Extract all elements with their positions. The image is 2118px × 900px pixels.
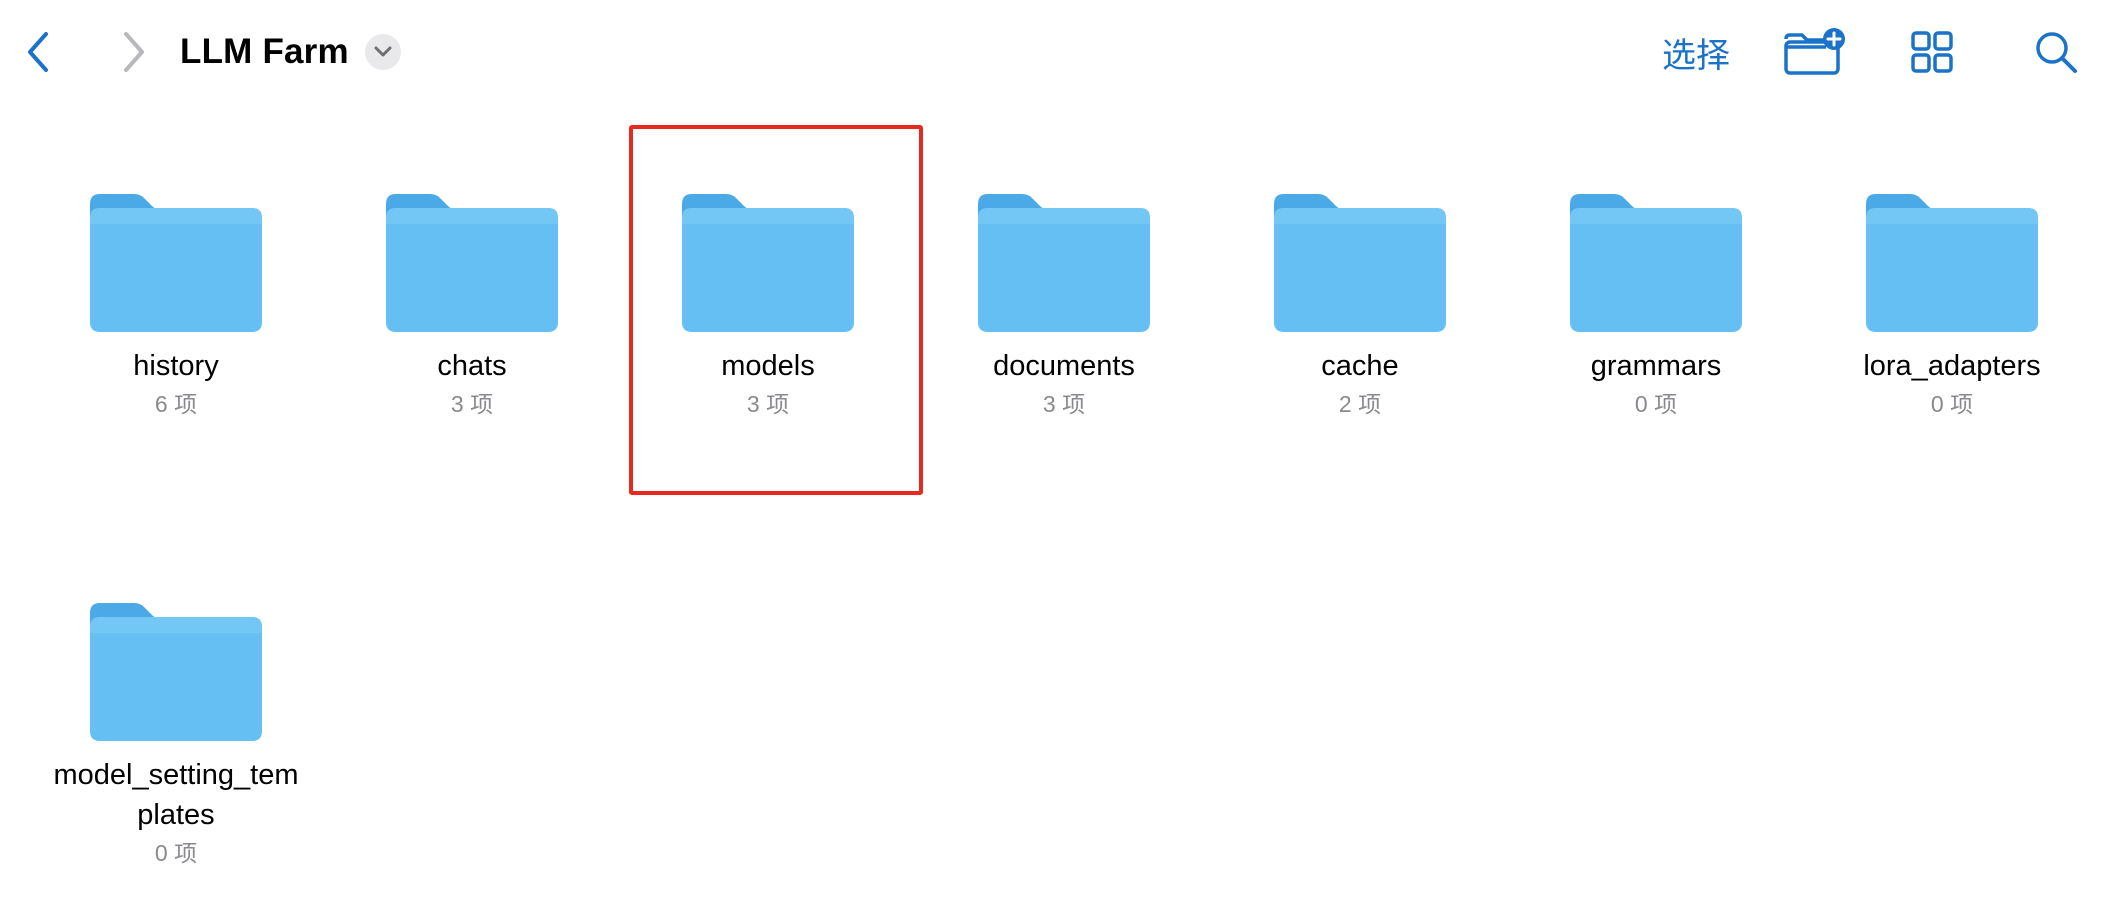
folder-item-count: 3 项 [450,391,494,417]
folder-chats[interactable]: chats 3 项 [342,194,602,420]
folder-name: cache [1321,350,1399,382]
folder-icon [90,603,262,741]
folder-lora-adapters[interactable]: lora_adapters 0 项 [1822,194,2082,420]
folder-icon [1570,194,1742,332]
folder-plus-icon [1784,28,1845,75]
new-folder-button[interactable] [1782,24,1846,80]
folder-item-count: 0 项 [1634,391,1678,417]
chevron-left-icon [28,32,48,72]
folder-icon [1274,194,1446,332]
folder-item-count: 2 项 [1338,391,1382,417]
folder-icon [386,194,558,332]
folder-item-count: 3 项 [1042,391,1086,417]
grid-icon [1911,31,1953,73]
back-button[interactable] [16,22,60,82]
folder-documents[interactable]: documents 3 项 [934,194,1194,420]
chevron-down-icon [374,46,392,57]
files-window: LLM Farm 选择 history 6 项 chats 3 项 models… [0,0,2118,900]
toolbar: LLM Farm 选择 [0,0,2118,104]
search-icon [2036,32,2077,73]
folder-item-count: 0 项 [154,840,198,866]
folder-grammars[interactable]: grammars 0 项 [1526,194,1786,420]
page-title: LLM Farm [180,32,349,71]
folder-name: chats [437,350,507,382]
folder-name: history [133,350,219,382]
folder-name: model_setting_templates [53,759,299,831]
title-menu-button[interactable] [364,34,401,70]
search-button[interactable] [2028,24,2084,80]
folder-item-count: 0 项 [1930,391,1974,417]
folder-name: lora_adapters [1863,350,2041,382]
folder-name: grammars [1590,350,1722,382]
folder-icon [90,194,262,332]
folder-history[interactable]: history 6 项 [46,194,306,420]
folder-cache[interactable]: cache 2 项 [1230,194,1490,420]
folder-model-setting-templates[interactable]: model_setting_templates 0 项 [46,603,306,869]
title-area: LLM Farm [180,26,401,78]
folder-icon [978,194,1150,332]
folder-name: documents [993,350,1135,382]
folder-item-count: 6 项 [154,391,198,417]
folder-icon [1866,194,2038,332]
view-grid-button[interactable] [1904,24,1960,80]
forward-button[interactable] [112,22,156,82]
highlight-box [629,125,923,495]
select-button[interactable]: 选择 [1656,26,1736,78]
chevron-right-icon [124,32,144,72]
